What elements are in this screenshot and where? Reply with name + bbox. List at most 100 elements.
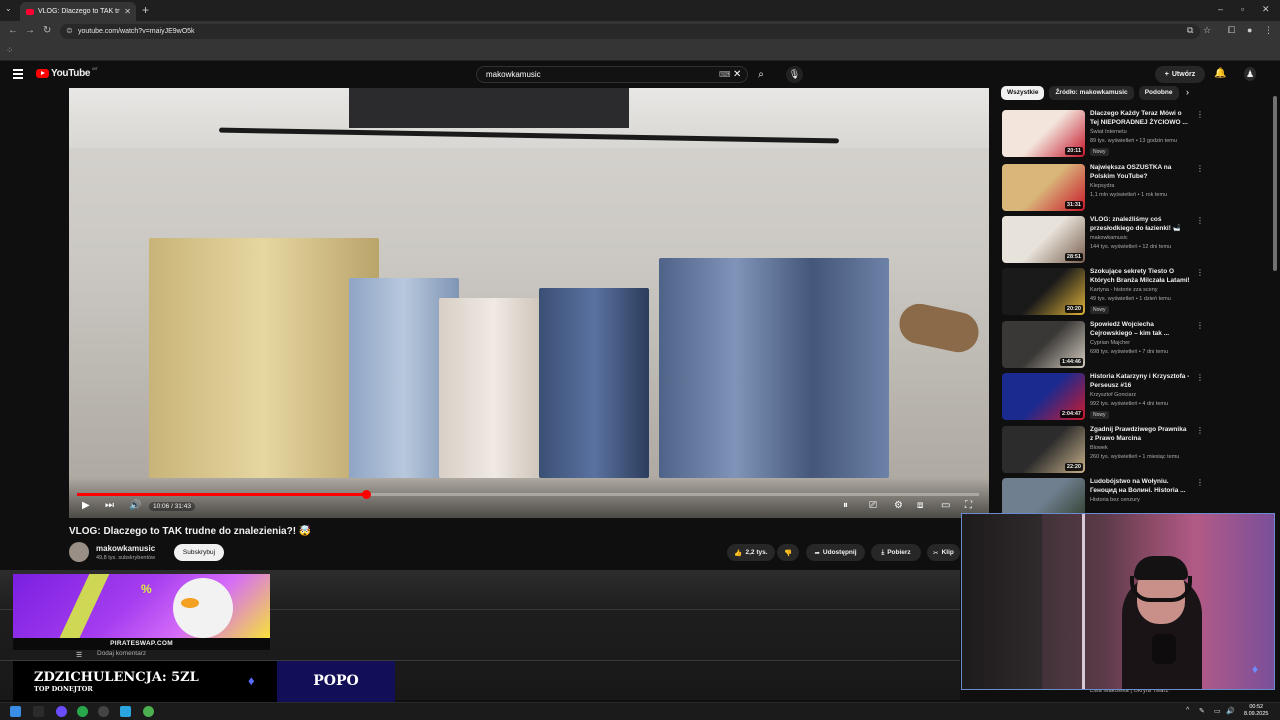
- progress-bar[interactable]: [77, 490, 979, 499]
- site-info-icon[interactable]: ⊜: [66, 26, 73, 35]
- video-thumbnail[interactable]: 22:20: [1002, 426, 1085, 473]
- search-input[interactable]: makowkamusic ⌨ ✕: [476, 66, 748, 83]
- channel-avatar[interactable]: [69, 542, 89, 562]
- more-options-icon[interactable]: ⋮: [1196, 321, 1204, 330]
- network-icon[interactable]: ▭: [1214, 707, 1221, 715]
- discord-icon[interactable]: [56, 706, 67, 717]
- browser-tab-active[interactable]: VLOG: Dlaczego to TAK trudne ✕: [20, 2, 136, 21]
- video-thumbnail[interactable]: 28:51: [1002, 216, 1085, 263]
- notifications-bell-icon[interactable]: 🔔: [1214, 68, 1226, 79]
- forward-icon[interactable]: →: [25, 25, 35, 36]
- recommendation-title[interactable]: Historia Katarzyny i Krzysztofa - Perseu…: [1090, 373, 1190, 390]
- sidebar-scrollbar[interactable]: [1273, 96, 1277, 271]
- maximize-button[interactable]: ▫: [1241, 4, 1244, 14]
- minimize-button[interactable]: –: [1218, 4, 1223, 14]
- tray-pen-icon[interactable]: ✎: [1199, 707, 1205, 715]
- dislike-button[interactable]: 👎: [777, 544, 799, 561]
- recommendation-title[interactable]: Zgadnij Prawdziwego Prawnika z Prawo Mar…: [1090, 426, 1190, 443]
- video-player[interactable]: ▶ ⏭ 🔊 10:06 / 31:43 ⏸ ⎚ ⚙ ⧈ ▭ ⛶: [69, 88, 989, 518]
- download-button[interactable]: ⤓ Pobierz: [871, 544, 921, 561]
- theater-mode-icon[interactable]: ▭: [941, 500, 950, 511]
- system-clock[interactable]: 00:52 8.09.2025: [1244, 704, 1268, 718]
- search-button[interactable]: ⌕: [750, 66, 772, 83]
- voice-search-button[interactable]: 🎙: [786, 66, 803, 83]
- clip-button[interactable]: ✂ Klip: [927, 544, 960, 561]
- settings-gear-icon[interactable]: ⚙: [894, 500, 903, 511]
- apps-grid-icon[interactable]: ⁘: [6, 45, 14, 56]
- miniplayer-icon[interactable]: ⧈: [917, 500, 923, 511]
- recommendation-channel[interactable]: Kartyna - historie zza sceny: [1090, 287, 1158, 293]
- recommendation-item[interactable]: 2:04:47 Historia Katarzyny i Krzysztofa -…: [1002, 373, 1204, 423]
- close-tab-icon[interactable]: ✕: [124, 7, 136, 16]
- terminal-icon[interactable]: [33, 706, 44, 717]
- channel-name[interactable]: makowkamusic: [96, 544, 155, 553]
- new-tab-button[interactable]: +: [142, 3, 149, 17]
- recommendation-title[interactable]: Ludobójstwo na Wołyniu. Геноцид на Волин…: [1090, 478, 1190, 495]
- recommendation-title[interactable]: VLOG: znaleźliśmy coś przesłodkiego do ł…: [1090, 216, 1190, 233]
- tab-search-icon[interactable]: ⌄: [5, 4, 12, 13]
- recommendation-channel[interactable]: Historia bez cenzury: [1090, 497, 1140, 503]
- start-icon[interactable]: [10, 706, 21, 717]
- close-window-button[interactable]: ✕: [1262, 4, 1270, 15]
- obs-icon[interactable]: [98, 706, 109, 717]
- chevron-right-icon[interactable]: ›: [1186, 87, 1189, 97]
- more-options-icon[interactable]: ⋮: [1196, 110, 1204, 119]
- more-options-icon[interactable]: ⋮: [1196, 216, 1204, 225]
- autoplay-toggle[interactable]: ⏸: [843, 500, 848, 511]
- recommendation-item[interactable]: 22:20 Zgadnij Prawdziwego Prawnika z Praw…: [1002, 426, 1204, 476]
- account-avatar[interactable]: ♟: [1244, 67, 1256, 81]
- recommendation-channel[interactable]: Klepsydra: [1090, 183, 1114, 189]
- recommendation-channel[interactable]: Świat Internetu: [1090, 129, 1127, 135]
- video-thumbnail[interactable]: 20:20: [1002, 268, 1085, 315]
- sort-comments-icon[interactable]: ☰: [76, 651, 82, 659]
- extensions-icon[interactable]: ⧠: [1228, 25, 1235, 36]
- recommendation-title[interactable]: Szokujące sekrety Tiesto O Których Branż…: [1090, 268, 1190, 285]
- subscribe-button[interactable]: Subskrybuj: [174, 544, 224, 561]
- volume-icon[interactable]: 🔊: [129, 500, 141, 511]
- chip-source[interactable]: Źródło: makowkamusic: [1049, 86, 1134, 100]
- youtube-logo[interactable]: YouTube MT: [36, 66, 98, 79]
- profile-icon[interactable]: ●: [1247, 25, 1252, 35]
- recommendation-item[interactable]: 28:51 VLOG: znaleźliśmy coś przesłodkiego…: [1002, 216, 1204, 266]
- share-button[interactable]: ➦ Udostępnij: [806, 544, 865, 561]
- tray-chevron-icon[interactable]: ^: [1186, 707, 1189, 714]
- video-thumbnail[interactable]: 20:11: [1002, 110, 1085, 157]
- chrome-icon[interactable]: [77, 706, 88, 717]
- play-icon[interactable]: ▶: [82, 500, 90, 511]
- recommendation-title[interactable]: Największa OSZUSTKA na Polskim YouTube?: [1090, 164, 1190, 181]
- scrubber-handle[interactable]: [362, 490, 371, 499]
- recommendation-channel[interactable]: Blowek: [1090, 445, 1108, 451]
- keyboard-icon[interactable]: ⌨: [719, 70, 731, 79]
- chip-all[interactable]: Wszystkie: [1001, 86, 1045, 100]
- recommendation-item[interactable]: 20:11 Dlaczego Każdy Teraz Mówi o Tej NIE…: [1002, 110, 1204, 160]
- recommendation-item[interactable]: 20:20 Szokujące sekrety Tiesto O Których …: [1002, 268, 1204, 318]
- app-icon[interactable]: [143, 706, 154, 717]
- recommendation-title[interactable]: Spowiedź Wojciecha Cejrowskiego – kim ta…: [1090, 321, 1190, 338]
- create-button[interactable]: + Utwórz: [1155, 66, 1205, 83]
- more-options-icon[interactable]: ⋮: [1196, 268, 1204, 277]
- menu-icon[interactable]: [13, 69, 23, 79]
- video-thumbnail[interactable]: 2:04:47: [1002, 373, 1085, 420]
- browser-menu-icon[interactable]: ⋮: [1264, 25, 1273, 36]
- address-bar[interactable]: ⊜ youtube.com/watch?v=maiyJE9wO5k: [60, 24, 1200, 39]
- recommendation-item[interactable]: 1:44:46 Spowiedź Wojciecha Cejrowskiego –…: [1002, 321, 1204, 371]
- like-button[interactable]: 👍 2,2 tys.: [727, 544, 775, 561]
- volume-tray-icon[interactable]: 🔊: [1226, 707, 1235, 715]
- recommendation-title[interactable]: Dlaczego Każdy Teraz Mówi o Tej NIEPORAD…: [1090, 110, 1190, 127]
- back-icon[interactable]: ←: [8, 25, 18, 36]
- subtitles-icon[interactable]: ⎚: [869, 500, 877, 511]
- install-app-icon[interactable]: ⧉: [1187, 25, 1193, 36]
- bookmark-star-icon[interactable]: ☆: [1203, 25, 1211, 36]
- telegram-icon[interactable]: [120, 706, 131, 717]
- video-thumbnail[interactable]: 1:44:46: [1002, 321, 1085, 368]
- fullscreen-icon[interactable]: ⛶: [965, 500, 972, 511]
- reload-icon[interactable]: ↻: [43, 25, 51, 36]
- add-comment-input[interactable]: Dodaj komentarz: [97, 650, 146, 657]
- recommendation-channel[interactable]: Krzysztof Gonciarz: [1090, 392, 1136, 398]
- chip-similar[interactable]: Podobne: [1138, 86, 1179, 100]
- video-thumbnail[interactable]: 31:31: [1002, 164, 1085, 211]
- more-options-icon[interactable]: ⋮: [1196, 478, 1204, 487]
- recommendation-channel[interactable]: makowkamusic: [1090, 235, 1128, 241]
- more-options-icon[interactable]: ⋮: [1196, 373, 1204, 382]
- more-options-icon[interactable]: ⋮: [1196, 426, 1204, 435]
